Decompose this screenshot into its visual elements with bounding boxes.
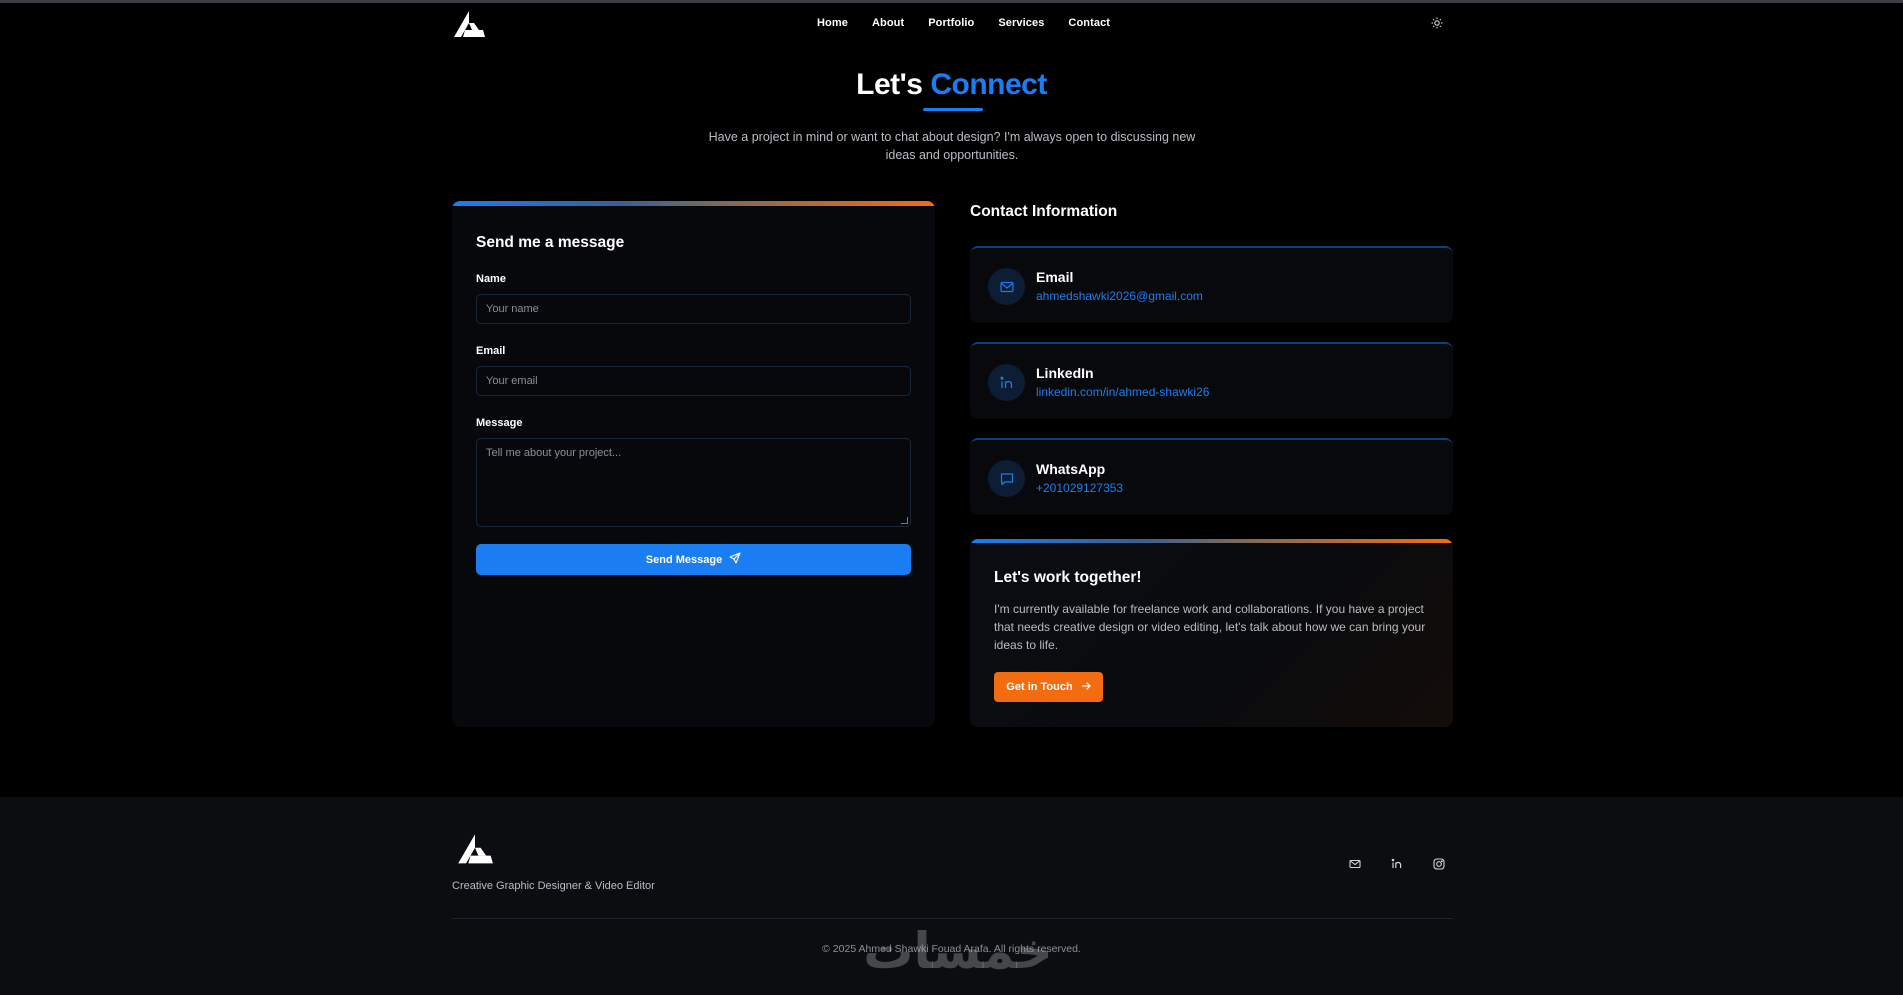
nav-about[interactable]: About: [872, 17, 904, 29]
message-textarea[interactable]: Tell me about your project...: [476, 438, 911, 527]
nav-contact[interactable]: Contact: [1068, 17, 1110, 29]
send-message-label: Send Message: [645, 553, 723, 566]
contact-card-email[interactable]: Email ahmedshawki2026@gmail.com: [970, 246, 1453, 323]
get-in-touch-label: Get in Touch: [1006, 681, 1073, 693]
contact-value-linkedin[interactable]: linkedin.com/in/ahmed-shawki26: [1036, 385, 1209, 399]
navbar: Home About Portfolio Services Contact: [0, 3, 1903, 47]
card-gradient-bar: [452, 201, 935, 206]
footer: Creative Graphic Designer & Video Editor: [0, 797, 1903, 995]
nav-links: Home About Portfolio Services Contact: [817, 17, 1134, 29]
instagram-icon: [1433, 857, 1445, 875]
contact-info-title: Contact Information: [970, 203, 1118, 220]
title-underline: [923, 108, 983, 111]
site-logo[interactable]: [452, 9, 486, 41]
get-in-touch-button[interactable]: Get in Touch: [994, 672, 1103, 702]
nav-services[interactable]: Services: [998, 17, 1044, 29]
footer-divider: [452, 918, 1453, 919]
message-icon: [988, 460, 1025, 497]
linkedin-icon: [1391, 857, 1403, 875]
contact-value-email[interactable]: ahmedshawki2026@gmail.com: [1036, 289, 1203, 303]
page-title: Let's Connect: [0, 68, 1903, 102]
mail-icon: [988, 268, 1025, 305]
footer-linkedin-link[interactable]: [1389, 858, 1405, 874]
mail-icon: [1349, 857, 1361, 875]
email-input[interactable]: Your email: [476, 366, 911, 396]
name-label: Name: [476, 273, 506, 285]
nav-portfolio[interactable]: Portfolio: [928, 17, 974, 29]
form-title: Send me a message: [476, 234, 625, 251]
footer-socials: [1347, 858, 1447, 874]
page-subtitle: Have a project in mind or want to chat a…: [708, 130, 1196, 162]
message-label: Message: [476, 417, 523, 429]
resize-handle[interactable]: [901, 517, 908, 524]
name-input[interactable]: Your name: [476, 294, 911, 324]
arrow-right-icon: [1081, 681, 1091, 694]
contact-value-whatsapp[interactable]: +201029127353: [1036, 481, 1123, 495]
contact-label-email: Email: [1036, 269, 1074, 285]
work-together-card: Let's work together! I'm currently avail…: [970, 539, 1453, 727]
contact-label-whatsapp: WhatsApp: [1036, 461, 1106, 477]
contact-card-linkedin[interactable]: LinkedIn linkedin.com/in/ahmed-shawki26: [970, 342, 1453, 419]
title-part-1: Let's: [856, 68, 923, 101]
footer-tagline: Creative Graphic Designer & Video Editor: [452, 880, 655, 892]
copyright-text: © 2025 Ahmed Shawki Fouad Arafa. All rig…: [822, 943, 1081, 955]
send-message-button[interactable]: Send Message: [476, 544, 911, 575]
footer-mail-link[interactable]: [1347, 858, 1363, 874]
contact-label-linkedin: LinkedIn: [1036, 365, 1094, 381]
card-gradient-bar: [970, 539, 1453, 543]
footer-logo[interactable]: [456, 832, 494, 868]
send-icon: [729, 552, 741, 567]
sun-icon: [1431, 16, 1443, 34]
footer-instagram-link[interactable]: [1431, 858, 1447, 874]
nav-home[interactable]: Home: [817, 17, 848, 29]
contact-card-whatsapp[interactable]: WhatsApp +201029127353: [970, 438, 1453, 515]
message-placeholder: Tell me about your project...: [486, 447, 622, 459]
email-label: Email: [476, 345, 506, 357]
theme-toggle-button[interactable]: [1428, 16, 1446, 34]
title-part-2: Connect: [930, 68, 1047, 101]
contact-form-card: Send me a message Name Your name Email Y…: [452, 201, 935, 727]
work-together-text: I'm currently available for freelance wo…: [994, 602, 1426, 652]
linkedin-icon: [988, 364, 1025, 401]
work-together-title: Let's work together!: [994, 569, 1142, 586]
